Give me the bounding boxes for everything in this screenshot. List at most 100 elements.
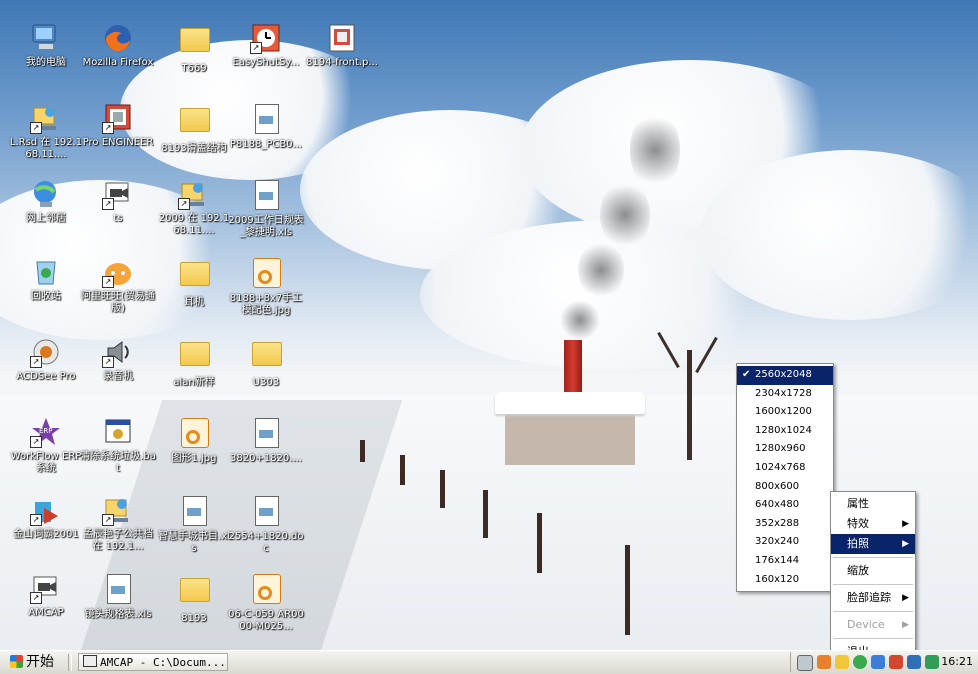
- submenu-arrow-icon: ▶: [902, 593, 909, 603]
- menu-item-label: 属性: [847, 497, 869, 510]
- desktop-icon-u303[interactable]: U303: [228, 336, 304, 389]
- desktop-icon-kingsoft[interactable]: ↗ 金山词霸2001: [8, 494, 84, 541]
- desktop-icon-p8188-pcb[interactable]: P8188_PCB0...: [228, 102, 304, 151]
- icon-label: 清除系统垃圾.bat: [80, 451, 156, 474]
- resolution-label: 320x240: [755, 536, 800, 548]
- folder-icon: [178, 28, 210, 60]
- icon-label: 录音机: [103, 371, 133, 382]
- resolution-option[interactable]: 1024x768: [737, 459, 833, 478]
- resolution-option[interactable]: 1280x960: [737, 440, 833, 459]
- context-menu-item[interactable]: 缩放: [831, 561, 915, 581]
- shield-icon[interactable]: [853, 655, 867, 669]
- context-menu-item[interactable]: 拍照 ▶: [831, 534, 915, 554]
- video-capture-icon: ↗: [102, 178, 134, 210]
- resolution-option[interactable]: 352x288: [737, 515, 833, 534]
- desktop-icon-lens-spec[interactable]: 镜头规格表.xls: [80, 572, 156, 621]
- icon-label: 2554+1820.doc: [228, 531, 304, 554]
- desktop-icon-recorder[interactable]: ↗ 录音机: [80, 336, 156, 383]
- desktop-icon-recycle-bin[interactable]: 回收站: [8, 256, 84, 303]
- icon-label: WorkFlow ERP 系统: [10, 451, 82, 474]
- desktop-icon-graphic1-jpg[interactable]: 图形1.jpg: [156, 416, 232, 465]
- submenu-arrow-icon: ▶: [902, 539, 909, 549]
- desktop-icon-acdsee[interactable]: ↗ ACDSee Pro: [8, 336, 84, 383]
- resolution-option[interactable]: 800x600: [737, 478, 833, 497]
- resolution-option[interactable]: 320x240: [737, 533, 833, 552]
- desktop-icon-pro-engineer[interactable]: ↗ Pro ENGINEER: [80, 102, 156, 149]
- desktop-icon-2554-doc[interactable]: 2554+1820.doc: [228, 494, 304, 555]
- desktop-icon-aliwangwang[interactable]: ↗ 阿里旺旺(贸易通版): [80, 256, 156, 315]
- context-menu-item[interactable]: 退出: [831, 642, 915, 650]
- resolution-option[interactable]: 640x480: [737, 496, 833, 515]
- desktop-icon-ts[interactable]: ↗ ts: [80, 178, 156, 225]
- desktop-icon-booklist-xls[interactable]: 智慧手城书目.xls: [156, 494, 232, 555]
- resolution-option[interactable]: 1600x1200: [737, 403, 833, 422]
- icon-label: ts: [113, 213, 123, 224]
- clock[interactable]: 16:21: [941, 652, 973, 672]
- desktop-icon-firefox[interactable]: Mozilla Firefox: [80, 22, 156, 69]
- icon-label: 金山词霸2001: [13, 529, 79, 540]
- context-menu-item[interactable]: 脸部追踪 ▶: [831, 588, 915, 608]
- task-label: AMCAP - C:\Docum...: [100, 656, 226, 669]
- desktop-icon-lrsd-share[interactable]: ↗ L.Rsd 在 192.168.11....: [8, 102, 84, 161]
- icon-label: AMCAP: [28, 607, 64, 618]
- desktop[interactable]: 我的电脑 Mozilla Firefox T669 ↗ EasyShutSy..…: [0, 0, 978, 650]
- desktop-icon-8194-front[interactable]: 8194-front.p...: [304, 22, 380, 69]
- context-menu-item[interactable]: 特效 ▶: [831, 514, 915, 534]
- desktop-icon-alan-samples[interactable]: alan新样: [156, 336, 232, 389]
- icon-label: 耳机: [184, 297, 204, 308]
- menu-separator: [833, 584, 913, 585]
- context-menu-item[interactable]: 属性: [831, 494, 915, 514]
- resolution-option[interactable]: 176x144: [737, 552, 833, 571]
- desktop-icon-workflow-erp[interactable]: ERP ↗ WorkFlow ERP 系统: [8, 416, 84, 475]
- star-icon[interactable]: [835, 655, 849, 669]
- menu-separator: [833, 638, 913, 639]
- desktop-icon-3820-doc[interactable]: 3820+1820....: [228, 416, 304, 465]
- checkmark-icon: ✔: [742, 369, 751, 380]
- folder-icon: [178, 342, 210, 374]
- icon-label: ACDSee Pro: [16, 371, 76, 382]
- network-tray-icon[interactable]: [871, 655, 885, 669]
- speaker-icon: ↗: [102, 336, 134, 368]
- resolution-option[interactable]: 1280x1024: [737, 422, 833, 441]
- keyboard-icon[interactable]: [797, 655, 813, 671]
- icon-label: alan新样: [173, 377, 215, 388]
- v-tray-icon[interactable]: [907, 655, 921, 669]
- kingsoft-icon: ↗: [30, 494, 62, 526]
- desktop-icon-amcap[interactable]: ↗ AMCAP: [8, 572, 84, 619]
- desktop-icon-earphone[interactable]: 耳机: [156, 256, 232, 309]
- desktop-icon-2009-share[interactable]: ↗ 2009 在 192.168.11....: [156, 178, 232, 237]
- icon-label: 阿里旺旺(贸易通版): [81, 291, 155, 314]
- icon-label: 网上邻居: [26, 213, 66, 224]
- tray-app-icon[interactable]: [817, 655, 831, 669]
- svg-text:ERP: ERP: [39, 427, 53, 435]
- system-tray: 16:21: [790, 652, 977, 672]
- start-button[interactable]: 开始: [2, 652, 62, 672]
- taskbar: 开始 AMCAP - C:\Docum... 16:21: [0, 650, 978, 674]
- icon-label: 我的电脑: [26, 57, 66, 68]
- resolution-label: 1280x960: [755, 443, 806, 455]
- taskbar-button-amcap[interactable]: AMCAP - C:\Docum...: [78, 653, 228, 671]
- desktop-icon-06-c-059[interactable]: 06-C-059 AR0000-M025...: [228, 572, 304, 633]
- menu-item-label: 特效: [847, 517, 869, 530]
- desktop-icon-8193-structure[interactable]: 8193滑盖结构: [156, 102, 232, 155]
- desktop-icon-network-places[interactable]: 网上邻居: [8, 178, 84, 225]
- icon-label: Pro ENGINEER: [82, 137, 154, 148]
- resolution-option[interactable]: ✔ 2560x2048: [737, 366, 833, 385]
- resolution-label: 2560x2048: [755, 369, 812, 380]
- erp-star-icon: ERP ↗: [30, 416, 62, 448]
- desktop-icon-my-computer[interactable]: 我的电脑: [8, 22, 84, 69]
- antivirus-icon[interactable]: [889, 655, 903, 669]
- resolution-option[interactable]: 160x120: [737, 571, 833, 590]
- desktop-icon-clean-bat[interactable]: 清除系统垃圾.bat: [80, 416, 156, 475]
- desktop-icon-8193[interactable]: 8193: [156, 572, 232, 625]
- desktop-icon-public-share[interactable]: ↗ 孟辰艳子公共档 在 192.1...: [80, 494, 156, 553]
- tray-v2-icon[interactable]: [925, 655, 939, 669]
- desktop-icon-easyshut[interactable]: ↗ EasyShutSy...: [228, 22, 304, 69]
- resolution-option[interactable]: 2304x1728: [737, 385, 833, 404]
- desktop-icon-8188-color-jpg[interactable]: 8188+8x7手工模配色.jpg: [228, 256, 304, 317]
- desktop-icon-2009-schedule[interactable]: 2009工作日规表_黎捷明.xls: [228, 178, 304, 239]
- folder-icon: [178, 262, 210, 294]
- context-menu: 属性特效 ▶ 拍照 ▶ 缩放脸部追踪 ▶ Device ▶ 退出: [830, 491, 916, 650]
- desktop-icon-t669[interactable]: T669: [156, 22, 232, 75]
- video-capture-icon: ↗: [30, 572, 62, 604]
